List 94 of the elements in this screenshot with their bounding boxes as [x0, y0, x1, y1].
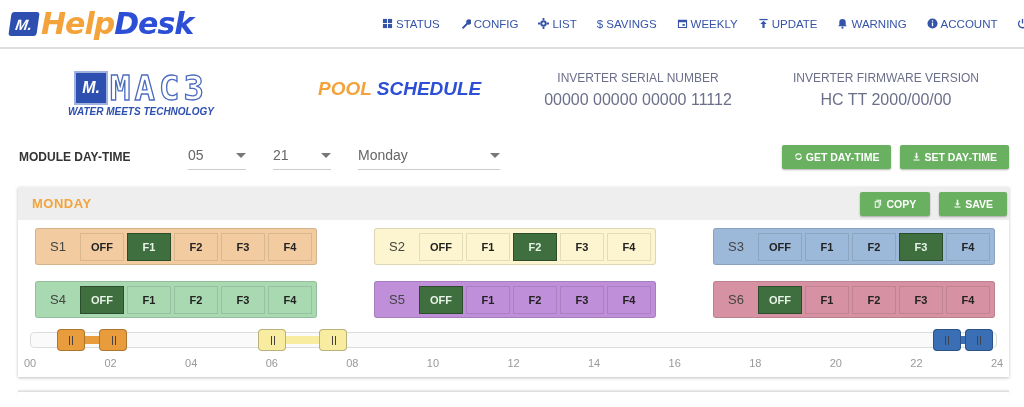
- info-icon: [926, 18, 938, 29]
- nav-link[interactable]: CONFIG: [459, 17, 519, 30]
- nav-link[interactable]: STATUS: [382, 17, 440, 30]
- logo-text: Desk: [114, 6, 194, 41]
- option-button[interactable]: F2: [852, 232, 896, 261]
- page-title: POOL: [318, 78, 372, 99]
- slider-handle[interactable]: [99, 329, 127, 351]
- nav-link[interactable]: UPDATE: [757, 17, 818, 30]
- slot-label: S3: [727, 239, 745, 254]
- option-button[interactable]: F1: [466, 285, 510, 314]
- slot-label: S1: [49, 239, 67, 254]
- nav-link[interactable]: WARNING: [837, 17, 907, 30]
- option-button[interactable]: F3: [899, 232, 943, 261]
- tick-label: 16: [668, 357, 681, 369]
- field-value: HC TT 2000/00/00: [819, 91, 953, 109]
- option-button[interactable]: F1: [127, 285, 171, 314]
- slot-label: S6: [727, 292, 745, 307]
- wrench-icon: [459, 18, 471, 29]
- tick-label: 14: [587, 357, 601, 369]
- calendar-icon: [676, 18, 688, 29]
- field-label: INVERTER FIRMWARE VERSION: [792, 71, 980, 85]
- upload-icon: [757, 18, 769, 29]
- power-button[interactable]: [1017, 18, 1024, 29]
- option-button[interactable]: F3: [560, 232, 604, 261]
- option-button[interactable]: OFF: [80, 232, 124, 261]
- tick-label: 20: [829, 357, 842, 369]
- option-button[interactable]: F1: [805, 232, 849, 261]
- option-button[interactable]: F3: [221, 232, 265, 261]
- tick-label: 00: [23, 357, 37, 369]
- tick-label: 04: [185, 357, 198, 369]
- download-icon: [912, 152, 922, 161]
- option-button[interactable]: F4: [607, 285, 651, 314]
- option-button[interactable]: F1: [466, 232, 510, 261]
- option-button[interactable]: OFF: [758, 232, 802, 261]
- dropdown[interactable]: 21: [273, 143, 331, 170]
- slider-handle[interactable]: [932, 329, 961, 351]
- tick-label: 06: [265, 357, 278, 369]
- option-button[interactable]: F1: [127, 232, 171, 261]
- nav-link[interactable]: ACCOUNT: [926, 17, 998, 30]
- slider-handle[interactable]: [319, 329, 348, 351]
- tick-label: 12: [507, 357, 520, 369]
- tick-label: 24: [990, 357, 1004, 369]
- tick-label: 02: [104, 357, 117, 369]
- option-button[interactable]: F3: [221, 285, 265, 314]
- grid-icon: [382, 18, 393, 29]
- option-button[interactable]: F4: [268, 285, 312, 314]
- option-button[interactable]: OFF: [758, 285, 802, 314]
- copy-icon: [874, 199, 884, 208]
- tick-label: 10: [426, 357, 440, 369]
- option-button[interactable]: F2: [174, 232, 218, 261]
- option-button[interactable]: OFF: [419, 232, 463, 261]
- slot-label: S2: [388, 239, 406, 254]
- option-button[interactable]: F2: [513, 285, 557, 314]
- nav-link[interactable]: LIST: [538, 17, 577, 30]
- dropdown[interactable]: Monday: [358, 143, 500, 170]
- nav-link[interactable]: $ SAVINGS: [596, 17, 657, 30]
- option-button[interactable]: OFF: [419, 285, 463, 314]
- tick-label: 08: [346, 357, 359, 369]
- tick-label: 22: [910, 357, 923, 369]
- download-icon: [953, 199, 963, 208]
- logo-mark: M.: [8, 11, 40, 36]
- field-label: MODULE DAY-TIME: [19, 149, 132, 164]
- option-button[interactable]: F3: [560, 285, 604, 314]
- refresh-icon: [793, 152, 803, 161]
- option-button[interactable]: F1: [805, 285, 849, 314]
- slider-handle[interactable]: [258, 329, 287, 351]
- slot-label: S4: [49, 292, 67, 307]
- field-label: INVERTER SERIAL NUMBER: [556, 71, 720, 85]
- caret-icon: [490, 152, 500, 158]
- nav-link[interactable]: WEEKLY: [676, 17, 738, 30]
- option-button[interactable]: F4: [946, 285, 990, 314]
- tick-label: 18: [749, 357, 762, 369]
- page-title: SCHEDULE: [376, 78, 482, 99]
- option-button[interactable]: F2: [513, 232, 557, 261]
- slider-handle[interactable]: [964, 329, 993, 351]
- logo-text: MAC3: [110, 71, 208, 105]
- option-button[interactable]: F4: [268, 232, 312, 261]
- option-button[interactable]: F2: [852, 285, 896, 314]
- caret-icon: [321, 152, 331, 158]
- day-title: MONDAY: [32, 196, 93, 211]
- logo-text: Help: [41, 6, 115, 41]
- field-value: 00000 00000 00000 11112: [543, 91, 733, 109]
- slider-handle[interactable]: [56, 329, 85, 351]
- slot-label: S5: [388, 292, 406, 307]
- option-button[interactable]: F2: [174, 285, 218, 314]
- dropdown[interactable]: 05: [188, 143, 246, 170]
- option-button[interactable]: F4: [946, 232, 990, 261]
- option-button[interactable]: OFF: [80, 285, 124, 314]
- logo-tagline: WATER MEETS TECHNOLOGY: [68, 106, 214, 117]
- bell-icon: [837, 18, 849, 29]
- logo-mark: M.: [74, 71, 109, 105]
- caret-icon: [236, 152, 246, 158]
- option-button[interactable]: F4: [607, 232, 651, 261]
- option-button[interactable]: F3: [899, 285, 943, 314]
